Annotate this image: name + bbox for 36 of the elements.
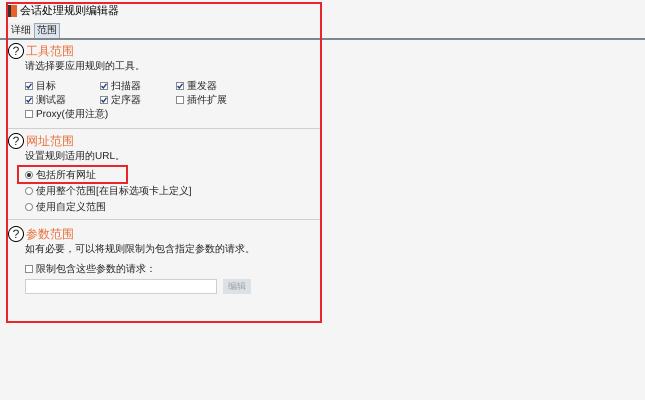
checkbox[interactable]: [100, 96, 108, 104]
checkbox-label: 测试器: [36, 94, 66, 108]
checkbox-label: 目标: [36, 80, 56, 94]
checkbox[interactable]: [176, 82, 184, 90]
checkbox-label: 限制包含这些参数的请求：: [36, 262, 156, 276]
radio-button[interactable]: [25, 187, 33, 195]
checkbox-label: 插件扩展: [187, 94, 227, 108]
help-button[interactable]: ?: [8, 43, 24, 59]
checkbox-label: Proxy(使用注意): [36, 108, 108, 122]
section-description: 设置规则适用的URL。: [24, 151, 126, 162]
checkbox[interactable]: [25, 265, 33, 273]
section-description: 如有必要，可以将规则限制为包含指定参数的请求。: [24, 244, 256, 256]
checkbox-label: 定序器: [111, 94, 141, 108]
tab[interactable]: 范围: [34, 23, 60, 38]
help-button[interactable]: ?: [8, 133, 24, 149]
tab[interactable]: 详细: [8, 23, 34, 38]
help-button[interactable]: ?: [8, 226, 24, 242]
parameter-field[interactable]: [25, 279, 217, 294]
section-description: 请选择要应用规则的工具。: [24, 61, 146, 73]
checkbox[interactable]: [25, 96, 33, 104]
radio-button[interactable]: [25, 203, 33, 211]
radio-label: 包括所有网址: [36, 168, 96, 182]
radio-label: 使用自定义范围: [36, 200, 106, 214]
checkbox[interactable]: [176, 96, 184, 104]
section-title: 工具范围: [26, 43, 74, 60]
app-icon: [7, 5, 17, 17]
checkbox-label: 扫描器: [111, 80, 141, 94]
radio-label: 使用整个范围[在目标选项卡上定义]: [36, 184, 192, 198]
section-title: 网址范围: [26, 133, 74, 150]
window-title: 会话处理规则编辑器: [20, 4, 119, 19]
section-title: 参数范围: [26, 226, 74, 243]
checkbox[interactable]: [25, 82, 33, 90]
checkbox[interactable]: [100, 82, 108, 90]
radio-button[interactable]: [25, 171, 33, 179]
checkbox[interactable]: [25, 110, 33, 118]
checkbox-label: 重发器: [187, 80, 217, 94]
